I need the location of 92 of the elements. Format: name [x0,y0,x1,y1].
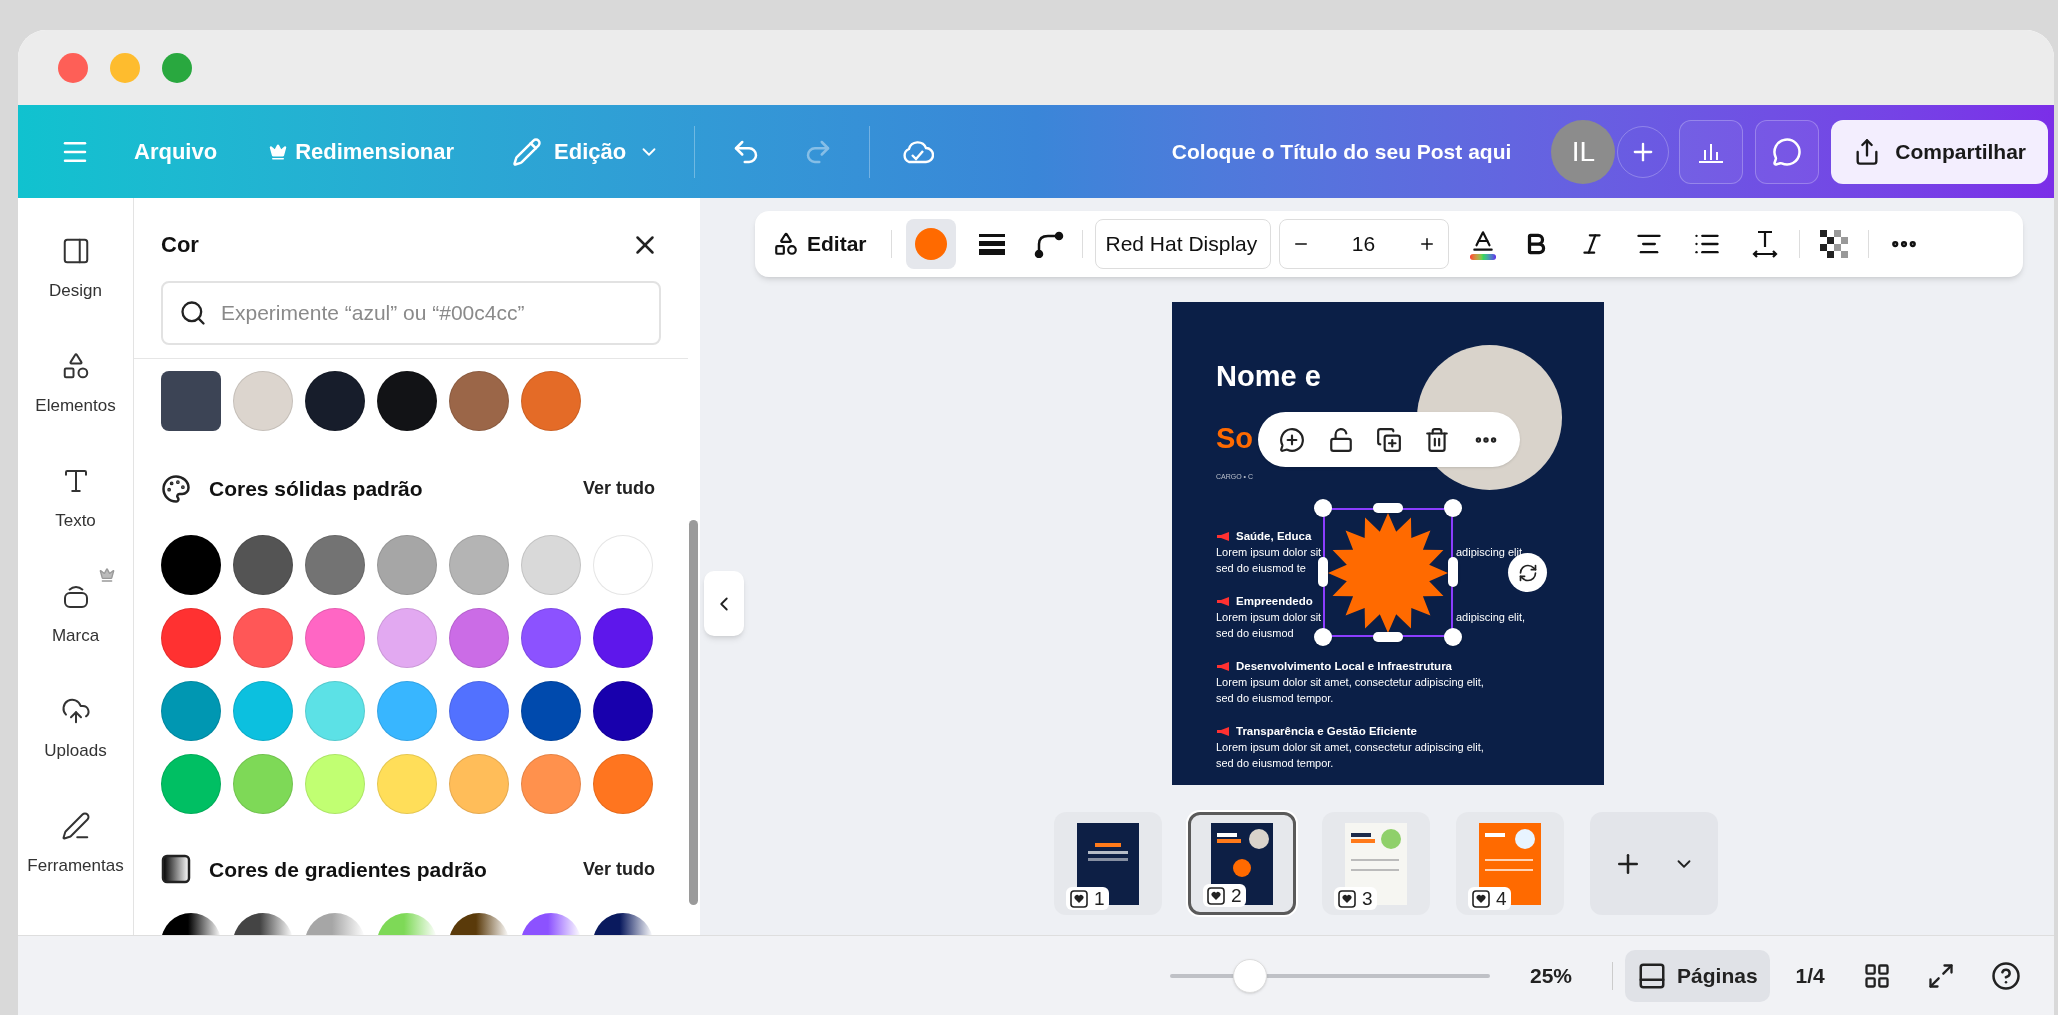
color-swatch[interactable] [521,371,581,431]
body-text: sed do eiusmod te [1216,561,1306,576]
color-swatch[interactable] [377,371,437,431]
transparency-icon[interactable] [1819,230,1848,258]
comments-button[interactable] [1755,119,1820,184]
cloud-upload-icon [60,696,91,726]
page-thumbnail[interactable]: 3 [1322,812,1430,915]
body-text: adipiscing elit, [1456,610,1526,625]
page-thumbnail[interactable]: 4 [1456,812,1564,915]
megaphone-icon [1216,532,1230,541]
pen-icon [60,811,91,841]
resize-handle[interactable] [1444,628,1462,646]
megaphone-icon [1216,597,1230,606]
sidebar-item[interactable]: Design [18,220,133,335]
body-text: Lorem ipsum dolor sit amet, consectetur adipiscing elit, [1216,675,1484,690]
corner-curve-icon[interactable] [1033,230,1064,258]
section-title: Saúde, Educa [1236,529,1312,544]
megaphone-icon [1216,662,1230,671]
shapes-icon [773,231,799,257]
design-title[interactable]: Coloque o Título do seu Post aqui [1171,135,1512,168]
fullscreen-icon[interactable] [1926,961,1955,990]
gradient-icon [161,854,191,885]
panel-title: Cor [161,231,199,259]
section-title: Empreendedo [1236,594,1313,609]
font-dropdown[interactable]: Red Hat Display [1094,219,1271,269]
resize-handle[interactable] [1314,499,1332,517]
edit-button[interactable]: Editar [769,222,871,266]
grid-view-icon[interactable] [1862,961,1891,990]
body-text: Lorem ipsum dolor sit amet, consectetur adipiscing elit, [1216,740,1484,755]
trash-icon[interactable] [1424,426,1451,453]
crown-icon [269,142,288,161]
duplicate-icon[interactable] [1375,426,1402,453]
window-control[interactable] [162,52,192,83]
search-icon [179,299,207,327]
share-button[interactable]: Compartilhar [1831,119,2048,184]
page-thumbnail[interactable]: 2 [1188,812,1296,915]
see-all-link[interactable]: Ver tudo [583,855,655,883]
comment-icon [1772,136,1803,167]
page-number: 1 [1094,889,1105,908]
pencil-icon [512,136,543,167]
resize-handle[interactable] [1444,499,1462,517]
zoom-slider[interactable] [1170,958,1490,993]
zoom-slider-thumb[interactable] [1233,958,1267,993]
resize-handle[interactable] [1318,557,1328,587]
color-swatch[interactable] [449,371,509,431]
line-weight-icon[interactable] [977,232,1006,256]
surname-heading: So [1216,424,1254,453]
body-text: sed do eiusmod tempor. [1216,691,1334,706]
sidebar-item[interactable]: Elementos [18,335,133,450]
page-number: 4 [1496,889,1507,908]
megaphone-icon [1216,727,1230,736]
pages-button[interactable]: Páginas [1625,949,1770,1002]
resize-handle[interactable] [1373,632,1403,642]
sidebar-item[interactable]: Texto [18,450,133,565]
window-control[interactable] [58,52,88,83]
resize-handle[interactable] [1448,557,1458,587]
zoom-percentage[interactable]: 25% [1530,959,1573,992]
insights-button[interactable] [1679,119,1744,184]
color-swatch[interactable] [305,371,365,431]
color-button[interactable] [905,219,956,269]
page-number: 3 [1362,889,1373,908]
rotate-icon [1517,562,1538,583]
color-swatch[interactable] [233,371,293,431]
text-spacing-icon[interactable] [1750,229,1779,259]
help-icon[interactable] [1990,960,2021,991]
section-title: Transparência e Gestão Eficiente [1236,724,1417,739]
text-color-button[interactable] [1468,228,1497,260]
sidebar-item[interactable]: Ferramentas [18,795,133,910]
unlock-icon[interactable] [1327,426,1354,453]
sidebar-item[interactable]: Uploads [18,680,133,795]
rainbow-bar [1469,254,1496,260]
section-heading: Cores de gradientes padrão [209,856,487,883]
see-all-link[interactable]: Ver tudo [583,475,655,503]
sidebar-item[interactable]: Marca [18,565,133,680]
section-title: Desenvolvimento Local e Infraestrutura [1236,659,1452,674]
search-input[interactable]: Experimente “azul” ou “#00c4cc” [221,297,643,329]
body-text: sed do eiusmod [1216,626,1294,641]
scrollbar[interactable] [689,520,698,905]
page-number: 2 [1231,886,1242,905]
section-heading: Cores sólidas padrão [209,476,423,502]
resize-handle[interactable] [1373,503,1403,513]
add-comment-icon[interactable] [1279,426,1306,453]
resize-handle[interactable] [1314,628,1332,646]
palette-icon [161,473,191,504]
body-text: Lorem ipsum dolor sit [1216,545,1322,560]
search-field[interactable]: Experimente “azul” ou “#00c4cc” [161,281,661,345]
font-size-value[interactable]: 16 [1351,228,1376,260]
page-counter: 1/4 [1795,962,1825,989]
body-text: Lorem ipsum dolor sit [1216,610,1322,625]
page-thumbnail[interactable]: 1 [1054,812,1162,915]
body-text: sed do eiusmod tempor. [1216,756,1334,771]
name-heading: Nome e [1216,362,1321,391]
